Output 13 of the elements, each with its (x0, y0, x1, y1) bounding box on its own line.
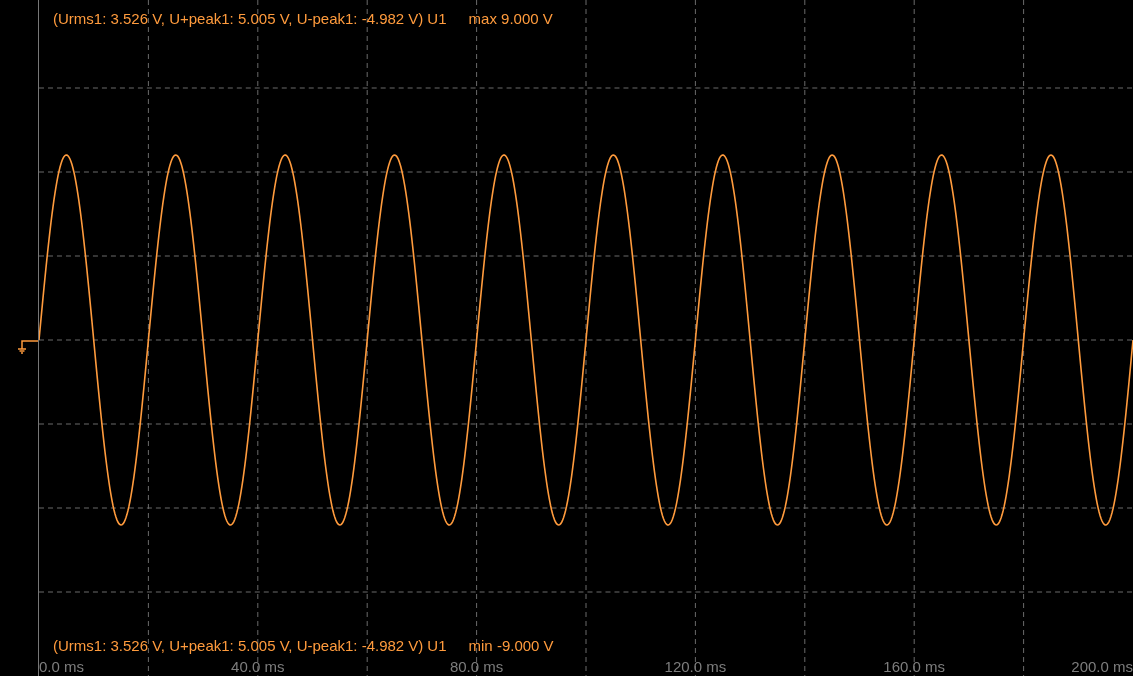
time-axis-label: 160.0 ms (883, 657, 946, 676)
time-axis-label: 200.0 ms (1071, 657, 1133, 676)
measurement-readout: (Urms1: 3.526 V, U+peak1: 5.005 V, U-peak1: -4.982 V) (53, 636, 424, 656)
measurement-readout: (Urms1: 3.526 V, U+peak1: 5.005 V, U-peak1: -4.982 V) (53, 9, 424, 29)
limit-readout: min -9.000 V (468, 636, 554, 656)
time-axis-label: 40.0 ms (231, 657, 285, 676)
limit-readout: max 9.000 V (468, 9, 553, 29)
channel-label: U1 (427, 9, 447, 29)
channel-label: U1 (427, 636, 447, 656)
ground-marker-icon (17, 339, 38, 355)
time-axis-label: 80.0 ms (449, 657, 504, 676)
time-axis-label: 0.0 ms (39, 657, 84, 676)
time-axis-label: 120.0 ms (664, 657, 727, 676)
